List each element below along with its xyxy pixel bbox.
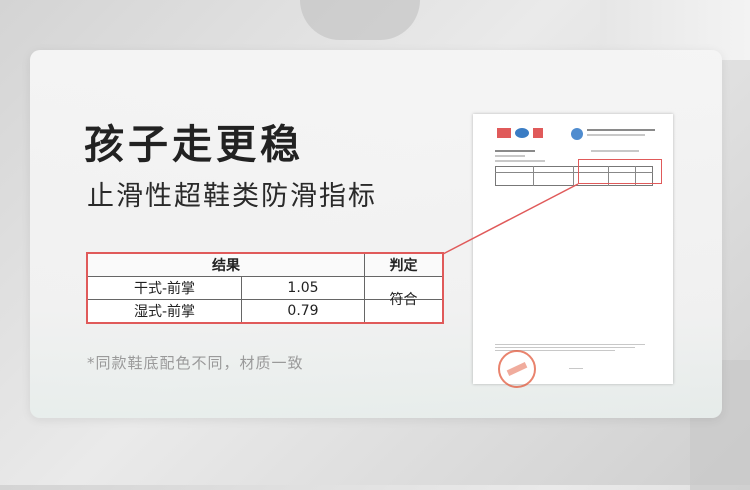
cma-logo-icon [497,128,511,138]
cnas-logo-icon [515,128,529,138]
row-value: 1.05 [287,279,319,296]
doc-text-line [495,155,525,157]
background-shape [300,0,420,40]
doc-heading-line [587,129,655,131]
header-result: 结果 [212,258,240,274]
result-table-header: 结果 判定 [88,254,442,277]
divider [364,254,365,322]
divider [241,276,242,322]
doc-table-line [533,166,534,186]
inspection-stamp-icon [498,350,536,388]
row-label: 干式-前掌 [133,280,196,297]
result-table: 结果 判定 干式-前掌 1.05 湿式-前掌 0.79 符合 [86,252,444,324]
headline: 孩子走更稳 [84,122,304,168]
doc-text-line [591,150,639,152]
doc-footer-line [495,344,645,345]
sgs-logo-icon [571,128,583,140]
doc-heading-line [587,134,645,136]
doc-footer-line [495,347,635,348]
doc-text-line [495,160,545,162]
doc-table-line [573,166,574,186]
cnas-mark-icon [533,128,543,138]
row-value: 0.79 [287,303,319,319]
test-report-document [473,114,673,384]
header-judgement: 判定 [389,258,418,274]
doc-page-number [569,368,583,369]
doc-text-line [495,150,535,152]
row-label: 湿式-前掌 [133,304,196,320]
highlight-box [578,159,662,184]
footnote: *同款鞋底配色不同，材质一致 [87,354,304,372]
subheadline: 止滑性超鞋类防滑指标 [87,181,377,212]
judgement-value: 符合 [389,292,418,308]
